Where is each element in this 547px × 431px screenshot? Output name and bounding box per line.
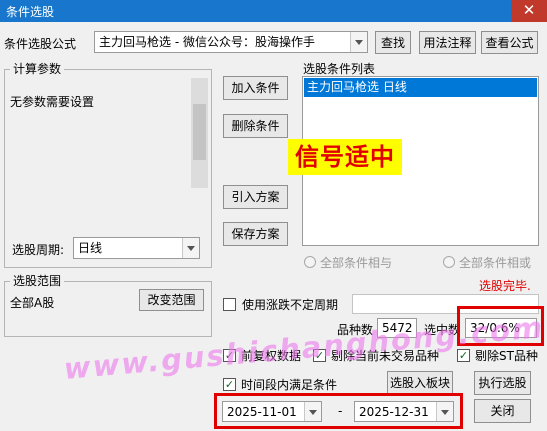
params-scroll-thumb[interactable] bbox=[193, 104, 206, 160]
and-radio[interactable] bbox=[304, 256, 316, 268]
highlight-box-dates bbox=[214, 393, 463, 429]
status-text: 选股完毕. bbox=[479, 279, 531, 293]
conditions-label: 选股条件列表 bbox=[303, 62, 376, 76]
add-condition-button[interactable]: 加入条件 bbox=[223, 76, 288, 100]
period-select[interactable]: 日线 bbox=[73, 237, 200, 259]
count-value: 5472 bbox=[377, 318, 417, 338]
view-formula-button[interactable]: 查看公式 bbox=[481, 31, 538, 54]
forward-adjust-checkbox[interactable]: ✓ bbox=[223, 349, 236, 362]
exclude-untraded-checkbox[interactable]: ✓ bbox=[313, 349, 326, 362]
save-scheme-button[interactable]: 保存方案 bbox=[223, 222, 288, 246]
range-value: 全部A股 bbox=[10, 296, 55, 310]
close-button[interactable]: 关闭 bbox=[474, 399, 531, 423]
period-label: 选股周期: bbox=[12, 243, 65, 257]
variable-period-checkbox[interactable] bbox=[223, 298, 236, 311]
selected-label: 选中数 bbox=[424, 323, 461, 337]
chevron-down-icon bbox=[182, 238, 199, 258]
period-condition-label: 时间段内满足条件 bbox=[241, 378, 338, 392]
and-radio-label: 全部条件相与 bbox=[320, 256, 393, 270]
chevron-down-icon bbox=[350, 32, 367, 52]
remove-condition-button[interactable]: 删除条件 bbox=[223, 114, 288, 138]
exclude-st-label: 剔除ST品种 bbox=[475, 349, 538, 363]
find-button[interactable]: 查找 bbox=[375, 31, 411, 54]
execute-button[interactable]: 执行选股 bbox=[474, 371, 531, 395]
params-text: 无参数需要设置 bbox=[10, 95, 95, 109]
usage-notes-button[interactable]: 用法注释 bbox=[419, 31, 476, 54]
close-window-button[interactable]: ✕ bbox=[511, 0, 547, 22]
variable-period-label: 使用涨跌不定周期 bbox=[242, 298, 339, 312]
params-group-label: 计算参数 bbox=[10, 62, 65, 76]
formula-select-value: 主力回马枪选 - 微信公众号：股海操作手 bbox=[99, 35, 315, 49]
or-radio[interactable] bbox=[443, 256, 455, 268]
period-select-value: 日线 bbox=[78, 241, 103, 255]
to-block-button[interactable]: 选股入板块 bbox=[387, 371, 453, 395]
count-label: 品种数 bbox=[337, 323, 374, 337]
condition-item[interactable]: 主力回马枪选 日线 bbox=[304, 78, 537, 97]
forward-adjust-label: 前复权数据 bbox=[241, 349, 302, 363]
signal-banner: 信号适中 bbox=[288, 139, 402, 175]
import-scheme-button[interactable]: 引入方案 bbox=[223, 185, 288, 209]
highlight-box-stats bbox=[457, 306, 544, 346]
exclude-untraded-label: 剔除当前未交易品种 bbox=[331, 349, 440, 363]
or-radio-label: 全部条件相或 bbox=[459, 256, 532, 270]
params-scrollbar[interactable] bbox=[191, 78, 208, 188]
change-range-button[interactable]: 改变范围 bbox=[139, 289, 204, 311]
exclude-st-checkbox[interactable]: ✓ bbox=[457, 349, 470, 362]
range-group-label: 选股范围 bbox=[10, 274, 65, 288]
title-bar: 条件选股 ✕ bbox=[0, 0, 547, 22]
formula-select[interactable]: 主力回马枪选 - 微信公众号：股海操作手 bbox=[94, 31, 368, 53]
period-condition-checkbox[interactable]: ✓ bbox=[223, 378, 236, 391]
formula-label: 条件选股公式 bbox=[4, 37, 77, 51]
window-title: 条件选股 bbox=[6, 5, 55, 19]
